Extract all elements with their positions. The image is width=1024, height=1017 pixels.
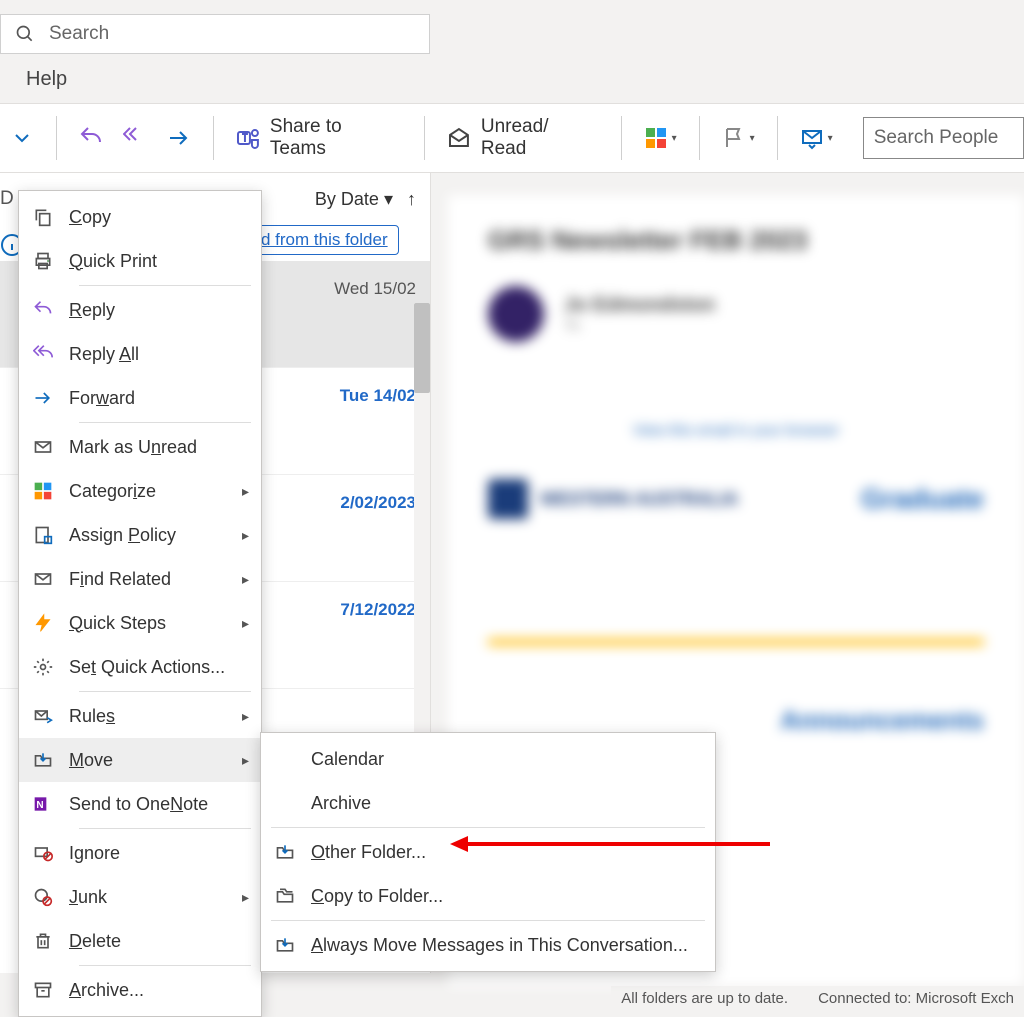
separator: [213, 116, 214, 160]
teams-icon: [236, 126, 260, 150]
categories-icon: [644, 126, 668, 150]
copy-icon: [33, 207, 53, 227]
dropdown-button[interactable]: [0, 116, 44, 160]
separator: [56, 116, 57, 160]
send-receive-icon: [800, 126, 824, 150]
context-move[interactable]: Move▸: [19, 738, 261, 782]
context-categorize[interactable]: Categorize▸: [19, 469, 261, 513]
redo-button[interactable]: [157, 116, 201, 160]
people-search[interactable]: Search People: [863, 117, 1024, 159]
context-mark-unread[interactable]: Mark as Unread: [19, 425, 261, 469]
chevron-down-icon: ▾: [750, 133, 755, 144]
reply-all-icon: [33, 344, 53, 364]
context-rules[interactable]: Rules▸: [19, 694, 261, 738]
categories-icon: [33, 481, 53, 501]
undo-all-icon: [123, 126, 147, 150]
move-to-folder-icon: [275, 842, 295, 862]
context-set-quick-actions[interactable]: Set Quick Actions...: [19, 645, 261, 689]
svg-text:N: N: [36, 800, 43, 811]
sort-by-button[interactable]: By Date ▾: [315, 189, 393, 210]
context-junk[interactable]: Junk▸: [19, 875, 261, 919]
archive-icon: [33, 980, 53, 1000]
move-calendar[interactable]: Calendar: [261, 737, 715, 781]
search-placeholder: Search: [49, 23, 109, 45]
message-from: Jo Edmondston: [564, 294, 715, 317]
context-quick-print[interactable]: Quick Print: [19, 239, 261, 283]
context-send-onenote[interactable]: N Send to OneNote: [19, 782, 261, 826]
envelope-open-icon: [447, 126, 471, 150]
lightning-icon: [33, 613, 53, 633]
send-receive-button[interactable]: ▾: [790, 116, 843, 160]
unread-read-button[interactable]: Unread/ Read: [437, 116, 609, 160]
move-archive[interactable]: Archive: [261, 781, 715, 825]
ignore-icon: [33, 843, 53, 863]
context-reply-all[interactable]: Reply All: [19, 332, 261, 376]
move-to-folder-icon: [33, 750, 53, 770]
separator: [699, 116, 700, 160]
context-copy[interactable]: Copy: [19, 195, 261, 239]
sort-direction-button[interactable]: ↑: [407, 189, 416, 210]
context-archive[interactable]: Archive...: [19, 968, 261, 1012]
people-search-placeholder: Search People: [874, 127, 999, 149]
separator: [777, 116, 778, 160]
find-related-icon: [33, 569, 53, 589]
flag-button[interactable]: ▾: [712, 116, 765, 160]
ribbon: Share to Teams Unread/ Read ▾ ▾ ▾ Search…: [0, 103, 1024, 173]
undo-button[interactable]: [69, 116, 113, 160]
separator: [424, 116, 425, 160]
policy-icon: [33, 525, 53, 545]
undo-icon: [79, 126, 103, 150]
chevron-down-icon: [10, 126, 34, 150]
reply-icon: [33, 300, 53, 320]
context-quick-steps[interactable]: Quick Steps▸: [19, 601, 261, 645]
rules-icon: [33, 706, 53, 726]
flag-icon: [722, 126, 746, 150]
status-bar: All folders are up to date. Connected to…: [611, 986, 1024, 1010]
org-logo: [488, 479, 528, 519]
share-to-teams-label: Share to Teams: [270, 116, 402, 160]
status-connection: Connected to: Microsoft Exch: [818, 990, 1014, 1007]
context-ignore[interactable]: Ignore: [19, 831, 261, 875]
junk-icon: [33, 887, 53, 907]
gear-icon: [33, 657, 53, 677]
copy-to-folder-icon: [275, 886, 295, 906]
folder-filter-link[interactable]: d from this folder: [250, 225, 399, 255]
share-to-teams-button[interactable]: Share to Teams: [226, 116, 412, 160]
context-find-related[interactable]: Find Related▸: [19, 557, 261, 601]
chevron-down-icon: ▾: [384, 189, 393, 209]
categorize-button[interactable]: ▾: [634, 116, 687, 160]
help-menu[interactable]: Help: [26, 68, 67, 90]
avatar: [488, 286, 544, 342]
redo-icon: [167, 126, 191, 150]
chevron-down-icon: ▾: [828, 133, 833, 144]
search-icon: [15, 24, 35, 44]
move-always-move[interactable]: Always Move Messages in This Conversatio…: [261, 923, 715, 967]
context-forward[interactable]: Forward: [19, 376, 261, 420]
trash-icon: [33, 931, 53, 951]
forward-icon: [33, 388, 53, 408]
annotation-arrow: [450, 832, 770, 856]
undo-all-button[interactable]: [113, 116, 157, 160]
chevron-down-icon: ▾: [672, 133, 677, 144]
context-reply[interactable]: Reply: [19, 288, 261, 332]
status-folders: All folders are up to date.: [621, 990, 788, 1007]
onenote-icon: N: [33, 794, 53, 814]
envelope-icon: [33, 437, 53, 457]
global-search[interactable]: Search: [0, 14, 430, 54]
separator: [621, 116, 622, 160]
scroll-thumb[interactable]: [414, 303, 430, 393]
move-to-folder-icon: [275, 935, 295, 955]
context-assign-policy[interactable]: Assign Policy▸: [19, 513, 261, 557]
unread-read-label: Unread/ Read: [481, 116, 599, 160]
message-subject: GRS Newsletter FEB 2023: [488, 225, 984, 256]
move-copy-to-folder[interactable]: Copy to Folder...: [261, 874, 715, 918]
message-context-menu: Copy Quick Print Reply Reply All Forward…: [18, 190, 262, 1017]
menubar: Help: [0, 54, 1024, 103]
context-delete[interactable]: Delete: [19, 919, 261, 963]
print-icon: [33, 251, 53, 271]
